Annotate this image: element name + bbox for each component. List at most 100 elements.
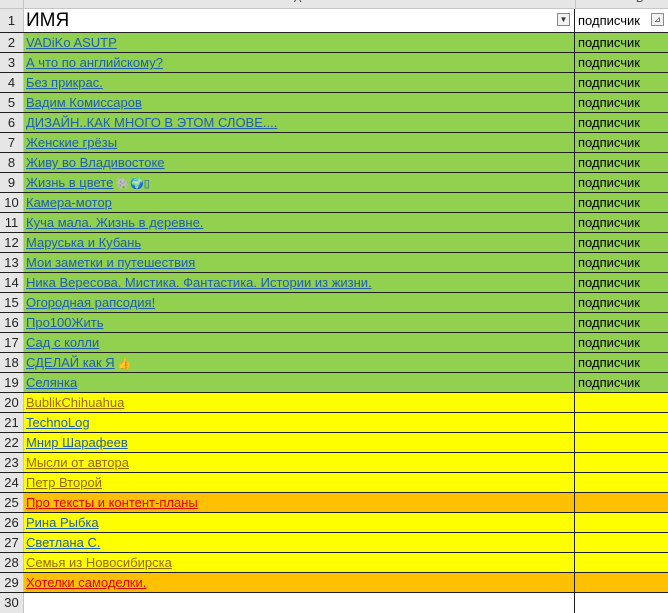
row-number[interactable]: 28 [0, 553, 24, 572]
name-cell[interactable]: VADiKo ASUTP [24, 33, 575, 52]
channel-link[interactable]: BublikChihuahua [26, 395, 124, 410]
name-cell[interactable]: Женские грёзы [24, 133, 575, 152]
name-cell[interactable]: Сад с колли [24, 333, 575, 352]
name-cell[interactable]: TechnoLog [24, 413, 575, 432]
name-cell[interactable]: Камера-мотор [24, 193, 575, 212]
name-cell[interactable]: Огородная рапсодия! [24, 293, 575, 312]
row-number[interactable]: 1 [0, 9, 24, 32]
name-cell[interactable]: ДИЗАЙН..КАК МНОГО В ЭТОМ СЛОВЕ.... [24, 113, 575, 132]
channel-link[interactable]: Рина Рыбка [26, 515, 99, 530]
name-cell[interactable]: Маруська и Кубань [24, 233, 575, 252]
subscriber-cell[interactable]: подписчик [575, 213, 668, 232]
row-number[interactable]: 17 [0, 333, 24, 352]
empty-cell-a[interactable] [24, 593, 575, 613]
name-cell[interactable]: Про100Жить [24, 313, 575, 332]
channel-link[interactable]: ДИЗАЙН..КАК МНОГО В ЭТОМ СЛОВЕ.... [26, 115, 277, 130]
name-cell[interactable]: BublikChihuahua [24, 393, 575, 412]
channel-link[interactable]: Сад с колли [26, 335, 99, 350]
subscriber-cell[interactable]: подписчик [575, 153, 668, 172]
subscriber-cell[interactable] [575, 433, 668, 452]
row-number[interactable]: 6 [0, 113, 24, 132]
filter-applied-icon[interactable]: ⊿ [651, 13, 664, 26]
subscriber-cell[interactable] [575, 573, 668, 592]
channel-link[interactable]: Жизнь в цвете [26, 175, 113, 190]
subscriber-cell[interactable] [575, 513, 668, 532]
row-number[interactable]: 12 [0, 233, 24, 252]
subscriber-cell[interactable]: подписчик [575, 293, 668, 312]
channel-link[interactable]: Мысли от автора [26, 455, 129, 470]
name-cell[interactable]: Живу во Владивостоке [24, 153, 575, 172]
subscriber-cell[interactable]: подписчик [575, 73, 668, 92]
filter-dropdown-icon[interactable]: ▼ [557, 13, 570, 26]
subscriber-cell[interactable] [575, 413, 668, 432]
channel-link[interactable]: VADiKo ASUTP [26, 35, 117, 50]
subscriber-cell[interactable]: подписчик [575, 333, 668, 352]
channel-link[interactable]: СДЕЛАЙ как Я [26, 355, 115, 370]
row-number[interactable]: 20 [0, 393, 24, 412]
subscriber-cell[interactable] [575, 453, 668, 472]
subscriber-cell[interactable]: подписчик [575, 273, 668, 292]
empty-cell-b[interactable] [575, 593, 668, 613]
name-cell[interactable]: Про тексты и контент-планы [24, 493, 575, 512]
row-number[interactable]: 14 [0, 273, 24, 292]
row-number[interactable]: 26 [0, 513, 24, 532]
name-cell[interactable]: Жизнь в цвете 🐘🌍▯ [24, 173, 575, 192]
subscriber-cell[interactable]: подписчик [575, 33, 668, 52]
row-number[interactable]: 23 [0, 453, 24, 472]
name-cell[interactable]: Вадим Комиссаров [24, 93, 575, 112]
channel-link[interactable]: Хотелки самоделки. [26, 575, 146, 590]
channel-link[interactable]: А что по английскому? [26, 55, 163, 70]
name-cell[interactable]: Семья из Новосибирска [24, 553, 575, 572]
name-cell[interactable]: Куча мала. Жизнь в деревне. [24, 213, 575, 232]
channel-link[interactable]: Маруська и Кубань [26, 235, 141, 250]
row-number[interactable]: 19 [0, 373, 24, 392]
channel-link[interactable]: Про100Жить [26, 315, 104, 330]
channel-link[interactable]: Куча мала. Жизнь в деревне. [26, 215, 203, 230]
name-cell[interactable]: Петр Второй [24, 473, 575, 492]
name-cell[interactable]: Рина Рыбка [24, 513, 575, 532]
row-number[interactable]: 15 [0, 293, 24, 312]
row-number[interactable]: 10 [0, 193, 24, 212]
subscriber-cell[interactable]: подписчик [575, 173, 668, 192]
name-cell[interactable]: Хотелки самоделки. [24, 573, 575, 592]
subscriber-cell[interactable]: подписчик [575, 253, 668, 272]
name-cell[interactable]: Селянка [24, 373, 575, 392]
column-header-a[interactable]: A [24, 0, 576, 9]
name-cell[interactable]: Мнир Шарафеев [24, 433, 575, 452]
subscriber-cell[interactable]: подписчик [575, 373, 668, 392]
row-number[interactable]: 9 [0, 173, 24, 192]
select-all-corner[interactable] [0, 0, 24, 9]
name-cell[interactable]: Мои заметки и путешествия [24, 253, 575, 272]
row-number[interactable]: 21 [0, 413, 24, 432]
row-number[interactable]: 13 [0, 253, 24, 272]
subscriber-cell[interactable] [575, 553, 668, 572]
channel-link[interactable]: Мнир Шарафеев [26, 435, 128, 450]
row-number[interactable]: 25 [0, 493, 24, 512]
subscriber-cell[interactable] [575, 493, 668, 512]
subscriber-cell[interactable]: подписчик [575, 93, 668, 112]
row-number[interactable]: 3 [0, 53, 24, 72]
row-number[interactable]: 16 [0, 313, 24, 332]
row-number[interactable]: 11 [0, 213, 24, 232]
name-cell[interactable]: Светлана С. [24, 533, 575, 552]
channel-link[interactable]: Мои заметки и путешествия [26, 255, 195, 270]
subscriber-cell[interactable]: подписчик [575, 313, 668, 332]
subscriber-cell[interactable]: подписчик [575, 353, 668, 372]
channel-link[interactable]: Селянка [26, 375, 77, 390]
row-number[interactable]: 8 [0, 153, 24, 172]
channel-link[interactable]: Вадим Комиссаров [26, 95, 142, 110]
subscriber-cell[interactable] [575, 533, 668, 552]
name-cell[interactable]: Ника Вересова. Мистика. Фантастика. Исто… [24, 273, 575, 292]
row-number[interactable]: 7 [0, 133, 24, 152]
subscriber-cell[interactable]: подписчик [575, 193, 668, 212]
subscriber-cell[interactable]: подписчик [575, 53, 668, 72]
subscriber-cell[interactable]: подписчик [575, 113, 668, 132]
row-number[interactable]: 24 [0, 473, 24, 492]
subscriber-cell[interactable] [575, 393, 668, 412]
header-cell-name[interactable]: ИМЯ ▼ [24, 9, 575, 32]
subscriber-cell[interactable] [575, 473, 668, 492]
subscriber-cell[interactable]: подписчик [575, 233, 668, 252]
channel-link[interactable]: TechnoLog [26, 415, 90, 430]
channel-link[interactable]: Живу во Владивостоке [26, 155, 165, 170]
channel-link[interactable]: Светлана С. [26, 535, 100, 550]
